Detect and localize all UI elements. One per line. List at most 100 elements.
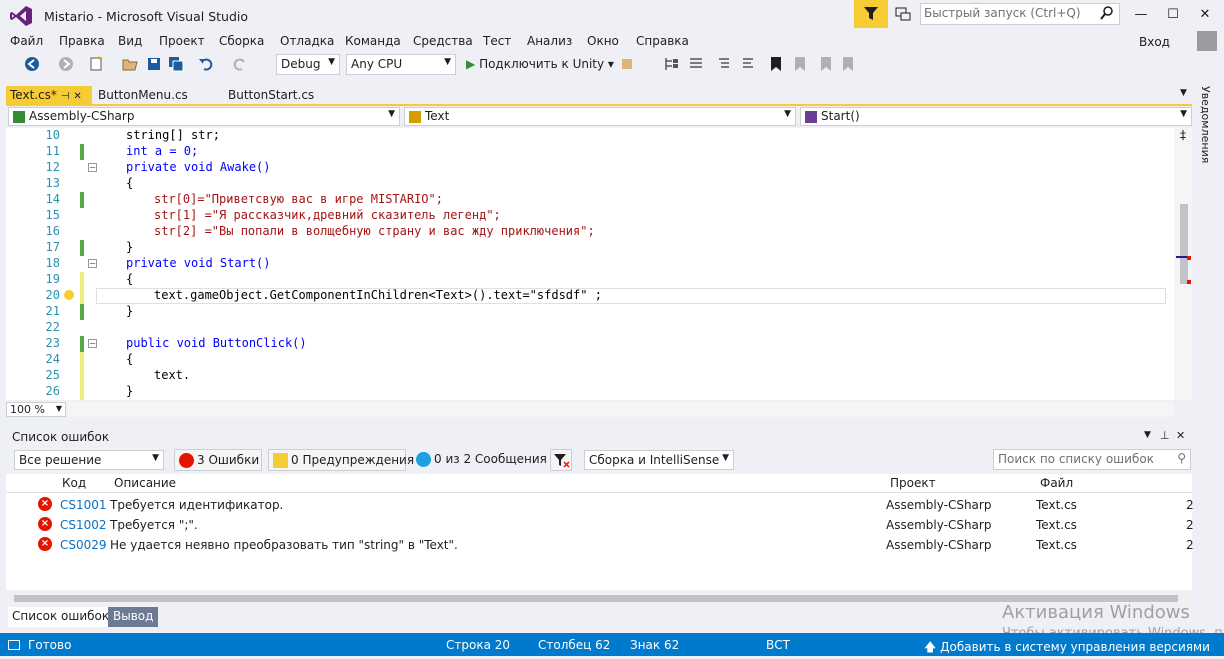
scope-select[interactable]: Все решение ▼: [14, 450, 164, 470]
error-project[interactable]: Assembly-CSharp: [886, 498, 991, 512]
prev-bookmark-icon[interactable]: [792, 56, 808, 72]
config-select[interactable]: Debug ▼: [276, 54, 340, 75]
filter-build-button[interactable]: [550, 449, 572, 471]
maximize-button[interactable]: ☐: [1158, 4, 1188, 24]
menu-edit[interactable]: Правка: [59, 34, 105, 48]
close-tab-icon[interactable]: ✕: [73, 91, 81, 102]
tab-error-list[interactable]: Список ошибок: [8, 607, 114, 627]
tab-output[interactable]: Вывод: [108, 607, 159, 627]
chevron-down-icon: ▼: [722, 453, 729, 463]
menu-file[interactable]: Файл: [10, 34, 43, 48]
messages-filter-button[interactable]: 0 из 2 Сообщения: [412, 449, 547, 471]
error-file[interactable]: Text.cs: [1036, 538, 1077, 552]
error-project[interactable]: Assembly-CSharp: [886, 518, 991, 532]
editor-vertical-scrollbar[interactable]: ‡: [1174, 128, 1192, 400]
sign-in-link[interactable]: Вход: [1139, 35, 1170, 49]
feedback-icon[interactable]: [894, 5, 912, 23]
next-bookmark-icon[interactable]: [818, 56, 834, 72]
open-file-icon[interactable]: [122, 56, 138, 72]
error-file[interactable]: Text.cs: [1036, 498, 1077, 512]
visual-studio-logo: [10, 6, 32, 26]
menu-build[interactable]: Сборка: [219, 34, 264, 48]
tab-buttonstart-cs[interactable]: ButtonStart.cs: [228, 88, 314, 102]
source-select[interactable]: Сборка и IntelliSense ▼: [584, 450, 734, 470]
class-nav-select[interactable]: Text ▼: [404, 107, 796, 126]
bookmark-icon[interactable]: [768, 56, 784, 72]
chevron-down-icon: ▼: [388, 109, 395, 119]
error-code-link[interactable]: CS1001: [60, 498, 107, 512]
column-header-file[interactable]: Файл: [1040, 476, 1073, 490]
column-header-code[interactable]: Код: [62, 476, 86, 490]
profile-avatar[interactable]: [1197, 31, 1217, 51]
minimize-button[interactable]: —: [1126, 4, 1156, 24]
error-line[interactable]: 2: [1186, 518, 1194, 532]
pin-icon[interactable]: ⊥: [1160, 429, 1170, 442]
project-nav-select[interactable]: Assembly-CSharp ▼: [8, 107, 400, 126]
attach-unity-button[interactable]: ▶ Подключить к Unity ▾: [466, 57, 614, 71]
close-icon[interactable]: ✕: [1176, 429, 1185, 442]
menu-window[interactable]: Окно: [587, 34, 619, 48]
warnings-filter-button[interactable]: 0 Предупреждения: [268, 449, 414, 471]
feedback-filter-button[interactable]: [854, 0, 888, 28]
solution-explorer-icon[interactable]: [664, 56, 680, 72]
save-icon[interactable]: [146, 56, 162, 72]
menu-team[interactable]: Команда: [345, 34, 401, 48]
code-line: {: [126, 352, 134, 366]
code-editor[interactable]: 10 11 12 13 14 15 16 17 18 19 20 21 22 2…: [6, 128, 1174, 400]
tab-buttonmenu-cs[interactable]: ButtonMenu.cs: [98, 88, 188, 102]
forward-icon[interactable]: [58, 56, 74, 72]
error-marker: [1187, 280, 1191, 284]
change-marker: [80, 144, 84, 160]
scroll-thumb[interactable]: [14, 595, 1178, 602]
split-icon[interactable]: ‡: [1176, 128, 1190, 142]
zoom-select[interactable]: 100 % ▼: [6, 402, 66, 417]
error-description[interactable]: Требуется идентификатор.: [110, 498, 283, 512]
save-all-icon[interactable]: [168, 56, 184, 72]
tab-text-cs[interactable]: Text.cs* ⊣ ✕: [6, 86, 92, 104]
menu-project[interactable]: Проект: [159, 34, 205, 48]
panel-menu-icon[interactable]: ▼: [1144, 430, 1151, 440]
column-header-project[interactable]: Проект: [890, 476, 936, 490]
pin-icon[interactable]: ⊣: [61, 91, 70, 102]
back-icon[interactable]: [24, 56, 40, 72]
error-description[interactable]: Не удается неявно преобразовать тип "str…: [110, 538, 458, 552]
menu-help[interactable]: Справка: [636, 34, 689, 48]
error-file[interactable]: Text.cs: [1036, 518, 1077, 532]
redo-icon[interactable]: [232, 56, 248, 72]
menu-view[interactable]: Вид: [118, 34, 142, 48]
comment-lines-icon[interactable]: [716, 56, 732, 72]
editor-horizontal-scrollbar[interactable]: [68, 402, 1174, 417]
platform-select[interactable]: Any CPU ▼: [346, 54, 456, 75]
new-project-icon[interactable]: [88, 56, 104, 72]
close-button[interactable]: ✕: [1190, 4, 1220, 24]
uncomment-lines-icon[interactable]: [740, 56, 756, 72]
menu-test[interactable]: Тест: [483, 34, 511, 48]
collapse-icon[interactable]: −: [88, 259, 97, 268]
add-to-source-control-label: Добавить в систему управления версиями: [940, 640, 1210, 654]
errors-filter-button[interactable]: 3 Ошибки: [174, 449, 262, 471]
tab-list-dropdown[interactable]: ▼: [1180, 88, 1187, 98]
find-in-files-icon[interactable]: [620, 56, 636, 72]
menu-debug[interactable]: Отладка: [280, 34, 334, 48]
notifications-panel-tab[interactable]: Уведомления: [1199, 86, 1212, 163]
properties-icon[interactable]: [688, 56, 704, 72]
error-line[interactable]: 2: [1186, 538, 1194, 552]
collapse-icon[interactable]: −: [88, 339, 97, 348]
error-search-input[interactable]: Поиск по списку ошибок ⚲: [993, 449, 1191, 470]
line-number: 18: [45, 256, 60, 270]
error-code-link[interactable]: CS0029: [60, 538, 107, 552]
menu-analyze[interactable]: Анализ: [527, 34, 572, 48]
clear-bookmarks-icon[interactable]: [840, 56, 856, 72]
undo-icon[interactable]: [198, 56, 214, 72]
error-project[interactable]: Assembly-CSharp: [886, 538, 991, 552]
error-code-link[interactable]: CS1002: [60, 518, 107, 532]
error-description[interactable]: Требуется ";".: [110, 518, 198, 532]
lightbulb-icon[interactable]: [64, 290, 74, 300]
scroll-thumb[interactable]: [1180, 204, 1188, 284]
menu-tools[interactable]: Средства: [413, 34, 473, 48]
error-line[interactable]: 2: [1186, 498, 1194, 512]
member-nav-select[interactable]: Start() ▼: [800, 107, 1192, 126]
collapse-icon[interactable]: −: [88, 163, 97, 172]
column-header-description[interactable]: Описание: [114, 476, 176, 490]
code-line: int a = 0;: [126, 144, 198, 158]
